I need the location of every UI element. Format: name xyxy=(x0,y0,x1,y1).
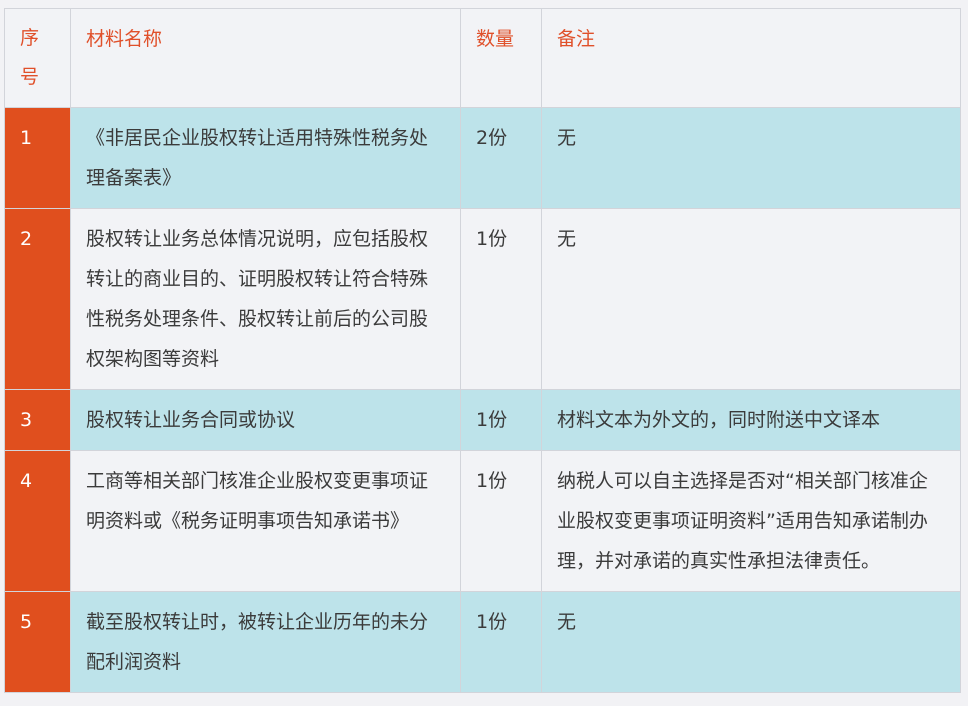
header-seq: 序号 xyxy=(4,8,71,108)
row-remarks: 无 xyxy=(541,591,961,693)
row-quantity: 2份 xyxy=(460,107,542,209)
row-seq: 2 xyxy=(4,208,71,390)
table-row: 2 股权转让业务总体情况说明，应包括股权转让的商业目的、证明股权转让符合特殊性税… xyxy=(4,208,961,390)
table-row: 5 截至股权转让时，被转让企业历年的未分配利润资料 1份 无 xyxy=(4,591,961,693)
table-header: 序号 材料名称 数量 备注 xyxy=(4,8,961,108)
row-material-name: 股权转让业务总体情况说明，应包括股权转让的商业目的、证明股权转让符合特殊性税务处… xyxy=(70,208,461,390)
row-material-name: 工商等相关部门核准企业股权变更事项证明资料或《税务证明事项告知承诺书》 xyxy=(70,450,461,592)
row-quantity: 1份 xyxy=(460,450,542,592)
row-material-name: 《非居民企业股权转让适用特殊性税务处理备案表》 xyxy=(70,107,461,209)
table-row: 4 工商等相关部门核准企业股权变更事项证明资料或《税务证明事项告知承诺书》 1份… xyxy=(4,450,961,592)
table-body: 1 《非居民企业股权转让适用特殊性税务处理备案表》 2份 无 2 股权转让业务总… xyxy=(4,107,961,693)
row-seq: 5 xyxy=(4,591,71,693)
row-remarks: 无 xyxy=(541,208,961,390)
header-row: 序号 材料名称 数量 备注 xyxy=(4,8,961,108)
row-quantity: 1份 xyxy=(460,591,542,693)
table-row: 3 股权转让业务合同或协议 1份 材料文本为外文的，同时附送中文译本 xyxy=(4,389,961,451)
row-remarks: 材料文本为外文的，同时附送中文译本 xyxy=(541,389,961,451)
header-material-name: 材料名称 xyxy=(70,8,461,108)
row-quantity: 1份 xyxy=(460,389,542,451)
header-quantity: 数量 xyxy=(460,8,542,108)
table-row: 1 《非居民企业股权转让适用特殊性税务处理备案表》 2份 无 xyxy=(4,107,961,209)
row-remarks: 无 xyxy=(541,107,961,209)
materials-table: 序号 材料名称 数量 备注 1 《非居民企业股权转让适用特殊性税务处理备案表》 … xyxy=(4,8,961,693)
row-seq: 4 xyxy=(4,450,71,592)
header-remarks: 备注 xyxy=(541,8,961,108)
row-material-name: 股权转让业务合同或协议 xyxy=(70,389,461,451)
row-seq: 1 xyxy=(4,107,71,209)
row-remarks: 纳税人可以自主选择是否对“相关部门核准企业股权变更事项证明资料”适用告知承诺制办… xyxy=(541,450,961,592)
row-material-name: 截至股权转让时，被转让企业历年的未分配利润资料 xyxy=(70,591,461,693)
row-quantity: 1份 xyxy=(460,208,542,390)
row-seq: 3 xyxy=(4,389,71,451)
